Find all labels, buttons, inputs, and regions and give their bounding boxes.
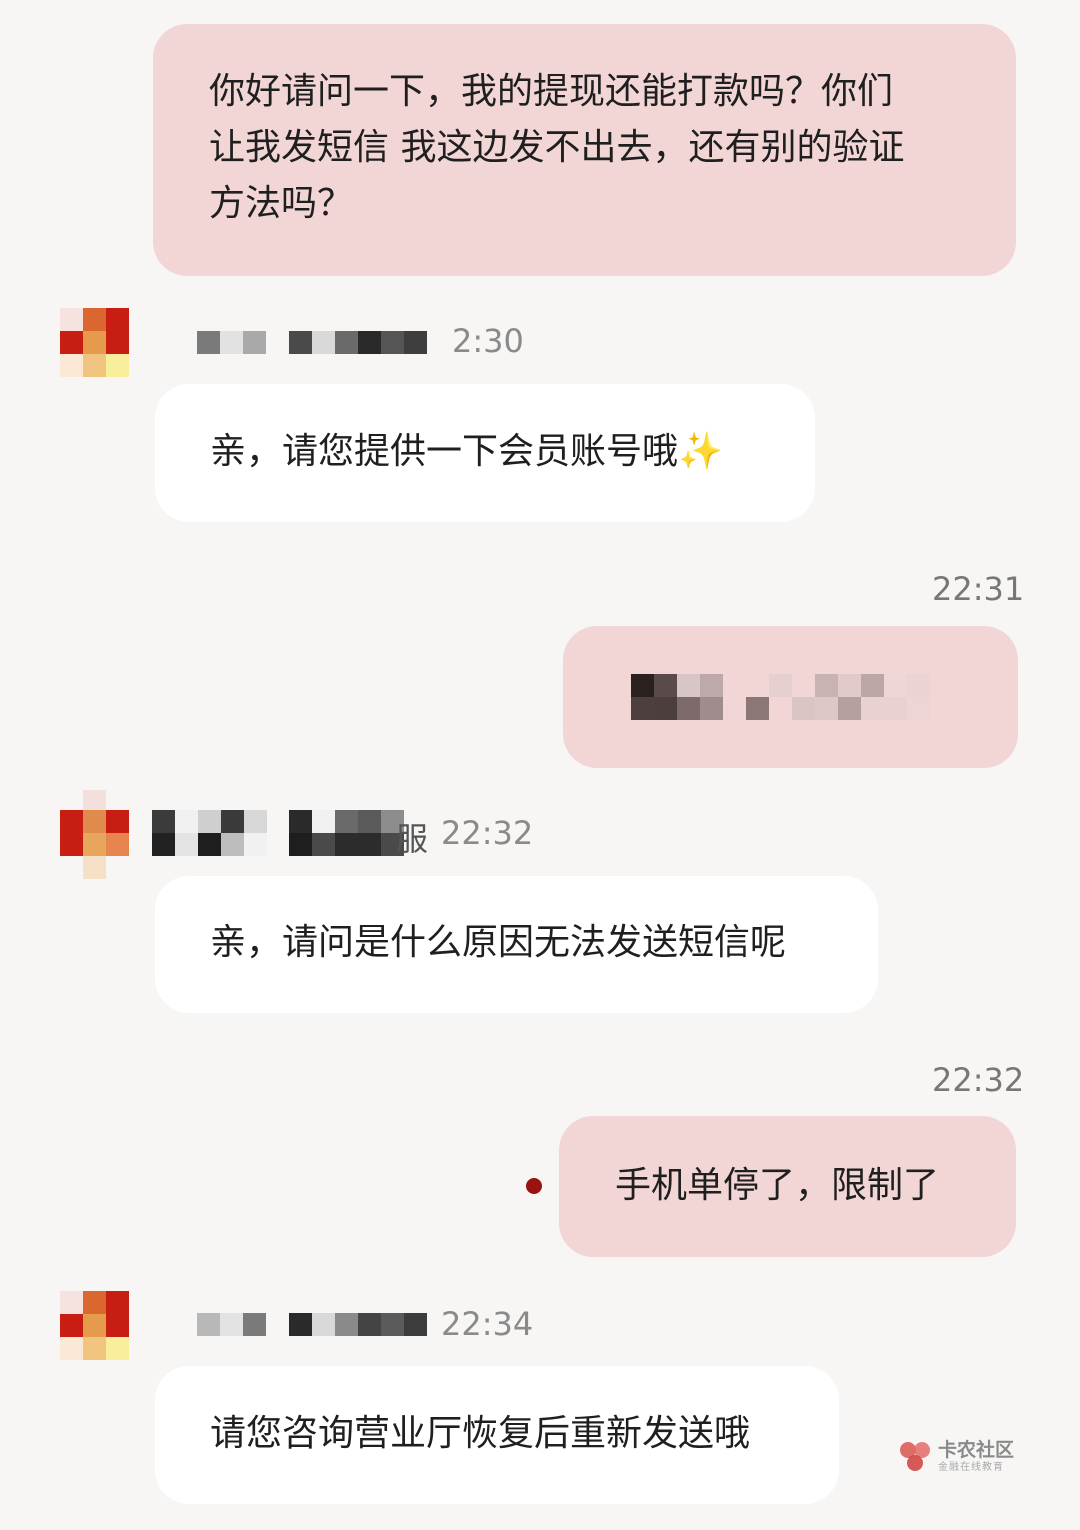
watermark-sub-text: 金融在线教育 bbox=[938, 1462, 1004, 1473]
sender-name-redacted bbox=[289, 1313, 427, 1336]
chat-screen: 你好请问一下，我的提现还能打款吗？你们 让我发短信 我这边发不出去，还有别的验证… bbox=[0, 0, 1080, 1530]
message-timestamp: 22:31 bbox=[932, 570, 1025, 608]
sender-name-redacted bbox=[197, 1313, 266, 1336]
watermark-main-text: 卡农社区 bbox=[938, 1439, 1015, 1461]
message-timestamp: 2:30 bbox=[452, 322, 524, 360]
avatar-icon[interactable] bbox=[60, 790, 130, 880]
incoming-message-bubble[interactable]: 请您咨询营业厅恢复后重新发送哦 bbox=[155, 1366, 839, 1504]
message-timestamp: 22:32 bbox=[441, 814, 534, 852]
sender-name-redacted bbox=[197, 331, 266, 354]
message-text: 请您咨询营业厅恢复后重新发送哦 bbox=[210, 1413, 751, 1454]
outgoing-message-bubble[interactable]: 手机单停了，限制了 bbox=[559, 1116, 1016, 1257]
avatar-icon[interactable] bbox=[60, 1291, 130, 1361]
outgoing-message-bubble[interactable] bbox=[563, 626, 1018, 768]
message-timestamp: 22:34 bbox=[441, 1305, 534, 1343]
message-text: 你好请问一下，我的提现还能打款吗？你们 让我发短信 我这边发不出去，还有别的验证… bbox=[209, 71, 905, 224]
redacted-account-number bbox=[631, 674, 930, 720]
sender-name-fragment: 服 bbox=[396, 820, 429, 858]
sender-name-redacted bbox=[289, 331, 427, 354]
avatar-icon[interactable] bbox=[60, 308, 130, 378]
sender-name-redacted bbox=[152, 810, 267, 856]
message-text: 手机单停了，限制了 bbox=[615, 1165, 940, 1206]
message-text: 亲，请问是什么原因无法发送短信呢 bbox=[210, 922, 787, 963]
watermark: 卡农社区 金融在线教育 bbox=[900, 1440, 1014, 1474]
message-timestamp: 22:32 bbox=[932, 1061, 1025, 1099]
incoming-message-bubble[interactable]: 亲，请问是什么原因无法发送短信呢 bbox=[155, 876, 878, 1013]
unread-dot-icon bbox=[526, 1178, 542, 1194]
outgoing-message-bubble[interactable]: 你好请问一下，我的提现还能打款吗？你们 让我发短信 我这边发不出去，还有别的验证… bbox=[153, 24, 1016, 276]
sparkle-icon: ✨ bbox=[678, 431, 723, 472]
incoming-message-bubble[interactable]: 亲，请您提供一下会员账号哦✨ bbox=[155, 384, 815, 522]
message-text: 亲，请您提供一下会员账号哦 bbox=[210, 431, 679, 472]
watermark-logo-icon bbox=[900, 1440, 934, 1474]
sender-name-redacted bbox=[289, 810, 404, 856]
